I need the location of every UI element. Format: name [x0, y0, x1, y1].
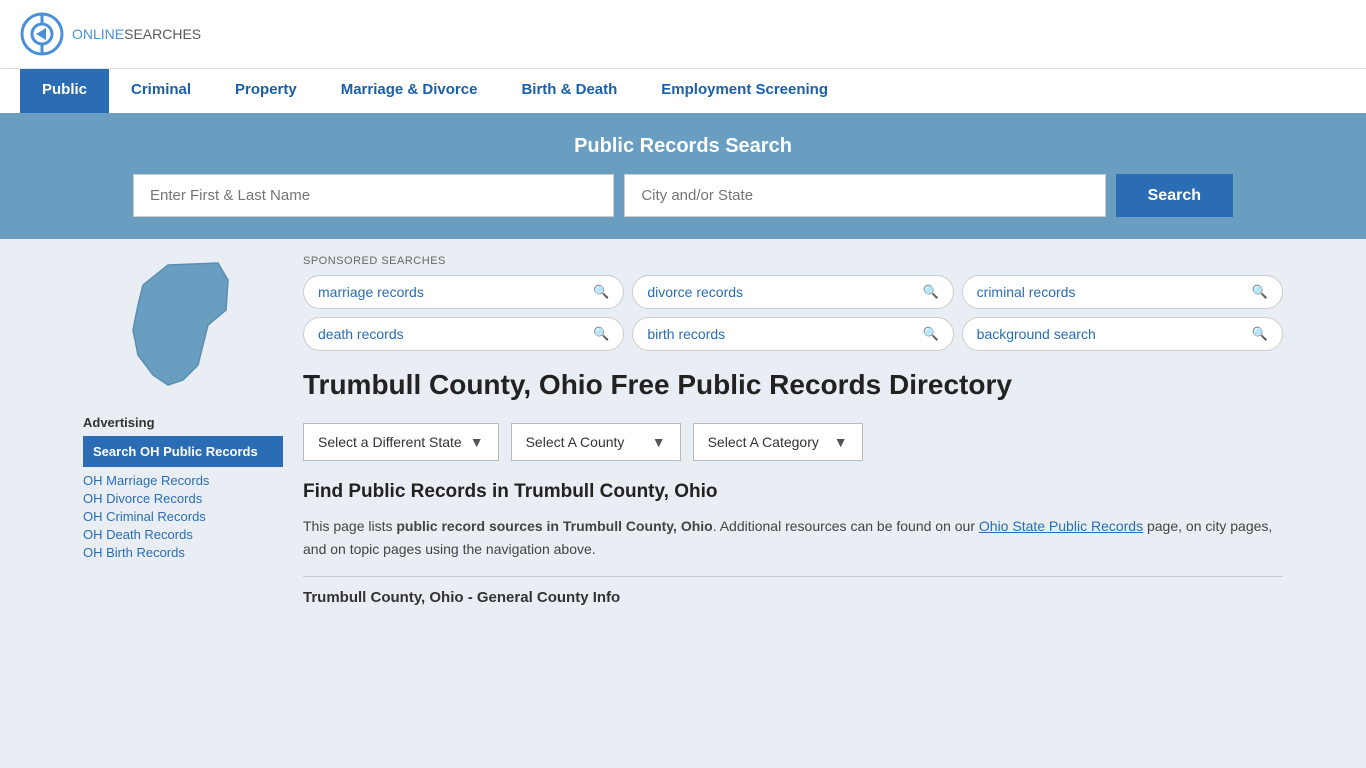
page-main-title: Trumbull County, Ohio Free Public Record…: [303, 367, 1012, 403]
nav-item-property[interactable]: Property: [213, 69, 319, 113]
content-area: SPONSORED SEARCHES marriage records 🔍 di…: [303, 255, 1283, 606]
sponsored-item-death-label: death records: [318, 326, 404, 342]
search-icon-birth: 🔍: [922, 326, 938, 342]
logo-searches-text: SEARCHES: [124, 26, 201, 42]
site-header: ONLINESEARCHES: [0, 0, 1366, 68]
search-icon-divorce: 🔍: [922, 284, 938, 300]
find-records-text-after: . Additional resources can be found on o…: [713, 518, 979, 534]
find-records-title: Find Public Records in Trumbull County, …: [303, 481, 1283, 503]
sponsored-section: SPONSORED SEARCHES marriage records 🔍 di…: [303, 255, 1283, 351]
logo-icon: [20, 12, 64, 56]
state-chevron-icon: ▼: [470, 434, 484, 450]
search-icon-death: 🔍: [593, 326, 609, 342]
name-input[interactable]: [133, 174, 614, 217]
sponsored-label: SPONSORED SEARCHES: [303, 255, 1283, 267]
find-records-text-before: This page lists: [303, 518, 396, 534]
county-dropdown[interactable]: Select A County ▼: [511, 423, 681, 461]
sponsored-item-divorce[interactable]: divorce records 🔍: [632, 275, 953, 309]
category-chevron-icon: ▼: [834, 434, 848, 450]
ad-highlight[interactable]: Search OH Public Records: [83, 436, 283, 467]
sponsored-item-criminal-label: criminal records: [977, 284, 1076, 300]
state-dropdown[interactable]: Select a Different State ▼: [303, 423, 499, 461]
sponsored-item-birth-label: birth records: [647, 326, 725, 342]
sponsored-item-background-label: background search: [977, 326, 1096, 342]
sponsored-item-background[interactable]: background search 🔍: [962, 317, 1283, 351]
logo-online-text: ONLINE: [72, 26, 124, 42]
sidebar-link-death[interactable]: OH Death Records: [83, 527, 283, 542]
category-dropdown[interactable]: Select A Category ▼: [693, 423, 863, 461]
sidebar: Advertising Search OH Public Records OH …: [83, 255, 283, 606]
sidebar-link-birth[interactable]: OH Birth Records: [83, 545, 283, 560]
logo-text: ONLINESEARCHES: [72, 26, 201, 42]
ohio-map: [83, 255, 283, 395]
main-nav: Public Criminal Property Marriage & Divo…: [0, 68, 1366, 113]
sponsored-item-death[interactable]: death records 🔍: [303, 317, 624, 351]
find-records-bold: public record sources in Trumbull County…: [396, 518, 712, 534]
main-layout: Advertising Search OH Public Records OH …: [63, 239, 1303, 622]
sponsored-item-divorce-label: divorce records: [647, 284, 743, 300]
dropdowns-row: Select a Different State ▼ Select A Coun…: [303, 423, 1283, 461]
nav-item-public[interactable]: Public: [20, 69, 109, 113]
category-dropdown-label: Select A Category: [708, 434, 819, 450]
sponsored-item-marriage[interactable]: marriage records 🔍: [303, 275, 624, 309]
location-input[interactable]: [624, 174, 1105, 217]
state-dropdown-label: Select a Different State: [318, 434, 462, 450]
sidebar-link-marriage[interactable]: OH Marriage Records: [83, 473, 283, 488]
advertising-title: Advertising: [83, 415, 283, 430]
logo[interactable]: ONLINESEARCHES: [20, 12, 201, 56]
find-records-text: This page lists public record sources in…: [303, 515, 1283, 560]
search-banner-title: Public Records Search: [30, 135, 1336, 158]
sponsored-item-criminal[interactable]: criminal records 🔍: [962, 275, 1283, 309]
search-icon-marriage: 🔍: [593, 284, 609, 300]
sponsored-grid: marriage records 🔍 divorce records 🔍 cri…: [303, 275, 1283, 351]
sidebar-link-divorce[interactable]: OH Divorce Records: [83, 491, 283, 506]
find-records-section: Find Public Records in Trumbull County, …: [303, 481, 1283, 560]
county-chevron-icon: ▼: [652, 434, 666, 450]
nav-item-employment[interactable]: Employment Screening: [639, 69, 850, 113]
nav-item-criminal[interactable]: Criminal: [109, 69, 213, 113]
sponsored-item-marriage-label: marriage records: [318, 284, 424, 300]
search-button[interactable]: Search: [1116, 174, 1233, 217]
county-dropdown-label: Select A County: [526, 434, 625, 450]
general-info-title: Trumbull County, Ohio - General County I…: [303, 576, 1283, 606]
ohio-state-map: [118, 255, 248, 395]
page-title-section: Trumbull County, Ohio Free Public Record…: [303, 367, 1283, 403]
ohio-state-records-link[interactable]: Ohio State Public Records: [979, 518, 1143, 534]
search-icon-criminal: 🔍: [1252, 284, 1268, 300]
advertising-section: Advertising Search OH Public Records OH …: [83, 415, 283, 560]
search-icon-background: 🔍: [1252, 326, 1268, 342]
nav-item-marriage-divorce[interactable]: Marriage & Divorce: [319, 69, 500, 113]
sponsored-item-birth[interactable]: birth records 🔍: [632, 317, 953, 351]
sidebar-link-criminal[interactable]: OH Criminal Records: [83, 509, 283, 524]
search-banner: Public Records Search Search: [0, 113, 1366, 239]
search-form: Search: [133, 174, 1233, 217]
nav-item-birth-death[interactable]: Birth & Death: [499, 69, 639, 113]
